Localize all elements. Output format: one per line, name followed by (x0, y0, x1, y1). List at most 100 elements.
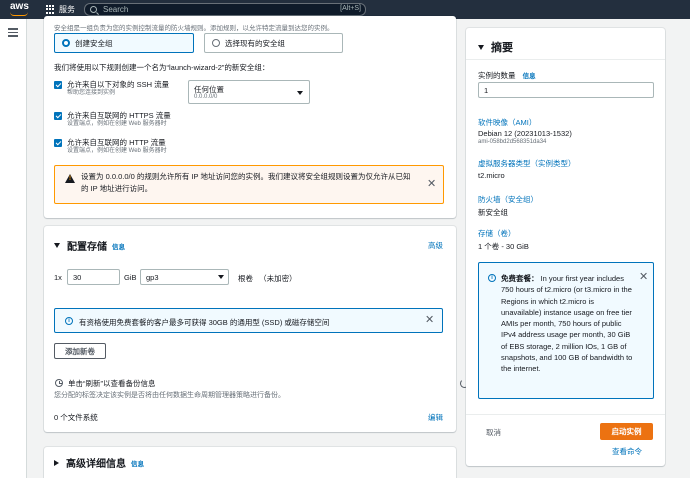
volume-unit: GiB (124, 273, 137, 282)
search-icon (90, 6, 97, 13)
close-icon[interactable]: ✕ (427, 179, 436, 190)
free-tier-storage-info: i 有资格使用免费套餐的客户最多可获得 30GB 的通用型 (SSD) 或磁存储… (54, 308, 443, 333)
caret-right-icon (54, 459, 59, 466)
volume-kind-row: 根卷 （未加密） (238, 273, 297, 284)
advanced-details-title: 高级详细信息 (66, 459, 126, 470)
rule-http[interactable]: 允许来自互联网的 HTTP 流量 设置端点，例如在创建 Web 服务器时 (54, 138, 167, 155)
clock-icon (55, 379, 63, 387)
chevron-down-icon (218, 275, 224, 279)
rule-https[interactable]: 允许来自互联网的 HTTPS 流量 设置端点，例如在创建 Web 服务器时 (54, 111, 171, 128)
source-value: 0.0.0.0/0 (194, 94, 218, 100)
encryption-status: （未加密） (259, 274, 297, 283)
free-tier-note: 有资格使用免费套餐的客户最多可获得 30GB 的通用型 (SSD) 或磁存储空间 (79, 318, 330, 327)
warning-text: 设置为 0.0.0.0/0 的规则允许所有 IP 地址访问您的实例。我们建议将安… (81, 172, 411, 193)
chevron-down-icon (297, 91, 303, 95)
services-menu[interactable]: 服务 (46, 4, 75, 15)
volume-size-value: 30 (73, 272, 82, 282)
ami-name: Debian 12 (20231013-1532) (478, 129, 572, 138)
services-grid-icon (46, 5, 55, 14)
info-icon: i (65, 317, 73, 325)
search-shortcut: [Alt+S] (340, 5, 361, 12)
storage-header[interactable]: 配置存储 信息 (54, 238, 125, 253)
create-sg-label: 创建安全组 (75, 38, 113, 48)
storage-value: 1 个卷 - 30 GiB (478, 242, 529, 251)
instance-type-label[interactable]: 虚拟服务器类型（实例类型） (478, 158, 576, 169)
volume-size-input[interactable]: 30 (67, 269, 120, 285)
rule-title: 允许来自以下对象的 SSH 流量 (67, 80, 170, 89)
storage-label[interactable]: 存储（卷） (478, 228, 516, 239)
edit-file-systems-link[interactable]: 编辑 (428, 412, 443, 423)
summary-panel: 摘要 实例的数量 信息 1 软件映像（AMI） Debian 12 (20231… (466, 28, 665, 466)
free-tier-text: 免费套餐： In your first year includes 750 ho… (501, 273, 636, 375)
caret-down-icon (54, 243, 60, 248)
warning-icon (65, 174, 75, 183)
advanced-details-panel: 高级详细信息 信息 (44, 447, 456, 478)
close-icon[interactable]: ✕ (639, 272, 648, 283)
caret-down-icon (478, 44, 484, 50)
firewall-label[interactable]: 防火墙（安全组） (478, 194, 538, 205)
divider (466, 59, 665, 60)
instance-count-label-row: 实例的数量 信息 (478, 70, 536, 81)
info-icon: i (488, 274, 496, 282)
left-rail (0, 19, 27, 478)
advanced-info-link[interactable]: 信息 (131, 458, 144, 468)
checkbox-checked-icon (54, 112, 62, 120)
instance-count-info-link[interactable]: 信息 (523, 73, 536, 80)
ssh-source-select[interactable]: 任何位置 0.0.0.0/0 (188, 80, 310, 104)
menu-icon[interactable] (8, 28, 18, 39)
radio-icon (212, 39, 220, 47)
instance-count-value: 1 (484, 85, 489, 95)
file-system-count: 0 个文件系统 (54, 413, 98, 422)
summary-title: 摘要 (491, 42, 513, 54)
close-icon[interactable]: ✕ (425, 315, 434, 326)
rules-intro: 我们将使用以下规则创建一个名为“launch-wizard-2”的新安全组： (54, 63, 270, 72)
free-tier-summary-box: i 免费套餐： In your first year includes 750 … (478, 262, 654, 399)
volume-kind: 根卷 (238, 274, 253, 283)
rule-subtitle: 设置端点，例如在创建 Web 服务器时 (67, 121, 167, 127)
backup-description: 您分配的标签决定该实例是否将由任何数据生命周期管理器策略进行备份。 (54, 392, 285, 399)
create-sg-option[interactable]: 创建安全组 (54, 33, 194, 53)
rule-title: 允许来自互联网的 HTTP 流量 (67, 138, 166, 147)
firewall-value: 新安全组 (478, 208, 508, 217)
services-label: 服务 (59, 5, 75, 14)
advanced-details-header[interactable]: 高级详细信息 信息 (54, 455, 144, 470)
sg-hint: 安全组是一组负责为您的实例控制流量的防火墙规则。添加规则，以允许特定流量到达您的… (54, 25, 334, 32)
ami-id: ami-058bd2d568351da34 (478, 139, 547, 145)
storage-panel: 配置存储 信息 高级 1x 30 GiB gp3 根卷 （未加密） i 有资格使… (44, 226, 469, 432)
storage-title: 配置存储 (67, 242, 107, 253)
add-volume-button[interactable]: 添加新卷 (54, 343, 106, 359)
cancel-button[interactable]: 取消 (486, 427, 501, 438)
select-sg-label: 选择现有的安全组 (225, 38, 285, 48)
storage-info-link[interactable]: 信息 (112, 241, 125, 251)
divider (466, 414, 665, 415)
aws-logo[interactable]: aws (10, 1, 29, 16)
network-settings-panel: 安全组是一组负责为您的实例控制流量的防火墙规则。添加规则，以允许特定流量到达您的… (44, 16, 456, 218)
rule-subtitle: 帮助您连接到实例 (67, 90, 116, 96)
aws-smile-icon (10, 12, 28, 16)
rule-title: 允许来自互联网的 HTTPS 流量 (67, 111, 171, 120)
ami-label[interactable]: 软件映像（AMI） (478, 117, 536, 128)
instance-count-label: 实例的数量 (478, 71, 516, 80)
volume-type-select[interactable]: gp3 (140, 269, 229, 285)
checkbox-checked-icon (54, 81, 62, 89)
search-input[interactable]: Search [Alt+S] (84, 3, 366, 16)
instance-count-input[interactable]: 1 (478, 82, 654, 98)
rule-subtitle: 设置端点，例如在创建 Web 服务器时 (67, 148, 167, 154)
open-access-warning: 设置为 0.0.0.0/0 的规则允许所有 IP 地址访问您的实例。我们建议将安… (54, 165, 444, 204)
search-placeholder: Search (103, 5, 129, 14)
summary-header[interactable]: 摘要 (478, 39, 513, 55)
launch-instance-button[interactable]: 启动实例 (600, 423, 653, 440)
checkbox-checked-icon (54, 139, 62, 147)
rule-ssh[interactable]: 允许来自以下对象的 SSH 流量 帮助您连接到实例 (54, 80, 169, 97)
free-tier-bold: 免费套餐： (501, 274, 539, 283)
radio-selected-icon (62, 39, 70, 47)
volume-type-value: gp3 (146, 272, 159, 282)
view-commands-link[interactable]: 查看命令 (612, 446, 642, 457)
backup-title: 单击“刷新”以查看备份信息 (68, 379, 156, 388)
select-existing-sg-option[interactable]: 选择现有的安全组 (204, 33, 343, 53)
instance-type-value: t2.micro (478, 171, 505, 180)
storage-advanced-link[interactable]: 高级 (428, 240, 443, 251)
volume-count: 1x (54, 273, 62, 282)
free-tier-body: In your first year includes 750 hours of… (501, 274, 633, 374)
aws-logo-text: aws (10, 1, 29, 12)
